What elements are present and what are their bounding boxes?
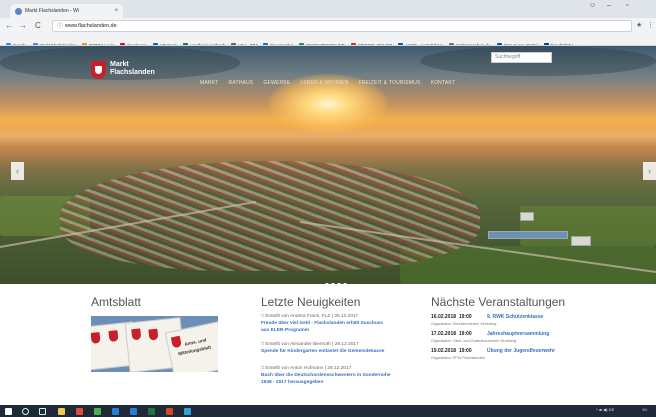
excel-icon[interactable] [148,408,155,415]
news-title-link[interactable]: 1949 - 2017 herausgegeben [261,380,323,385]
search-icon[interactable] [22,408,29,415]
event-organizer: Organisator: FFW Flachslanden [431,356,485,360]
building [488,231,568,239]
slider-dots [325,274,349,284]
hero-slider: Markt Flachslanden MARKT RATHAUS GEWERBE LE… [0,46,656,284]
news-title-link[interactable]: Buch über die Deutschordensschwestern in… [261,373,391,378]
event-title-link[interactable]: Jahreshauptversammlung [487,331,549,337]
news-title-link[interactable]: aus ELER-Programm [261,328,309,333]
nav-item-gewerbe[interactable]: GEWERBE [263,80,290,86]
reload-button[interactable]: C [35,19,41,33]
main-navigation: MARKT RATHAUS GEWERBE LEBEN & WOHNEN FREIZEI… [200,71,465,89]
tab-title: Markt Flachslanden - Wi [25,8,79,14]
event-date: 16.02.2018 19:00 [431,314,472,320]
coat-of-arms-icon [91,61,106,79]
flyer-text: Mitteilungsblatt [177,344,212,357]
building [520,212,534,221]
events-heading: Nächste Veranstaltungen [431,295,566,309]
browser-tab-bar: Markt Flachslanden - Wi × ☺ – ▫ [0,0,656,18]
nav-item-markt[interactable]: MARKT [200,80,219,86]
address-bar[interactable]: ⓘ www.flachslanden.de [52,20,632,32]
app-icon[interactable] [184,408,191,415]
slider-dot[interactable] [337,283,341,284]
acrobat-icon[interactable] [166,408,173,415]
news-heading: Letzte Neuigkeiten [261,295,361,309]
chrome-icon[interactable] [94,408,101,415]
news-title-link[interactable]: Freude über viel Geld - Flachslanden erh… [261,321,383,326]
news-title-link[interactable]: Spende für Kindergarten entlastet die Ge… [261,349,384,354]
menu-icon[interactable]: ⋮ [647,19,654,33]
horizon-mist [0,126,656,146]
start-icon[interactable] [5,408,12,415]
forward-button[interactable]: → [19,19,27,33]
site-favicon-icon [15,8,22,15]
windows-taskbar: ^ ▰ ◀) DE 10: [0,405,656,417]
user-icon[interactable]: ☺ [589,2,596,9]
word-icon[interactable] [130,408,137,415]
nav-item-freizeit-tourismus[interactable]: FREIZEIT & TOURISMUS [358,80,420,86]
bookmarks-bar: Google Markt Flachslanden TYPO3 Login Spark… [0,34,656,46]
tab-close-icon[interactable]: × [114,4,118,18]
nav-item-leben-wohnen[interactable]: LEBEN & WOHNEN [300,80,348,86]
bookmark-star-icon[interactable]: ★ [636,19,642,33]
nav-item-kontakt[interactable]: KONTAKT [431,80,456,86]
browser-toolbar: ← → C ⓘ www.flachslanden.de ★ ⋮ [0,18,656,34]
logo-line-2: Flachslanden [110,69,155,76]
browser-tab[interactable]: Markt Flachslanden - Wi × [10,4,123,18]
nav-item-rathaus[interactable]: RATHAUS [229,80,254,86]
system-tray[interactable]: ^ ▰ ◀) DE [596,407,614,412]
news-meta: □ Erstellt von Anton Hofmann | 28.12.201… [261,366,352,371]
task-view-icon[interactable] [39,408,46,415]
outlook-icon[interactable] [112,408,119,415]
event-date: 17.02.2018 19:00 [431,331,472,337]
screen: Markt Flachslanden - Wi × ☺ – ▫ ← → C ⓘ … [0,0,656,417]
event-organizer: Organisator: Obst- und Gartenbauverein V… [431,339,517,343]
slider-dot[interactable] [331,283,335,284]
slider-dot[interactable] [343,283,347,284]
event-title-link[interactable]: 9. RWK Schützenklasse [487,314,543,320]
site-search-input[interactable]: Suchbegriff [491,52,552,63]
clock[interactable]: 10: [642,407,648,412]
slider-prev-button[interactable]: ‹ [11,162,24,180]
back-button[interactable]: ← [5,19,13,33]
minimize-button[interactable]: – [607,2,611,9]
address-url: www.flachslanden.de [65,23,117,29]
town-aerial [60,161,480,271]
building [571,236,591,246]
event-organizer: Organisator: Schützenverein Virnsberg [431,322,497,326]
event-date: 19.02.2018 19:00 [431,348,472,354]
slider-dot[interactable] [325,283,329,284]
event-title-link[interactable]: Übung der Jugendfeuerwehr [487,348,555,354]
news-meta: □ Erstellt von Alexander Biernoth | 29.1… [261,342,359,347]
news-meta: □ Erstellt von Andrea Frank, FLZ | 30.12… [261,314,359,319]
logo-line-1: Markt [110,61,129,68]
amtsblatt-heading: Amtsblatt [91,295,142,309]
amtsblatt-image[interactable]: Amts- und Mitteilungsblatt [91,316,218,372]
maximize-button[interactable]: ▫ [626,2,628,9]
info-icon[interactable]: ⓘ [57,22,63,32]
app-icon[interactable] [76,408,83,415]
slider-next-button[interactable]: › [643,162,656,180]
explorer-icon[interactable] [58,408,65,415]
